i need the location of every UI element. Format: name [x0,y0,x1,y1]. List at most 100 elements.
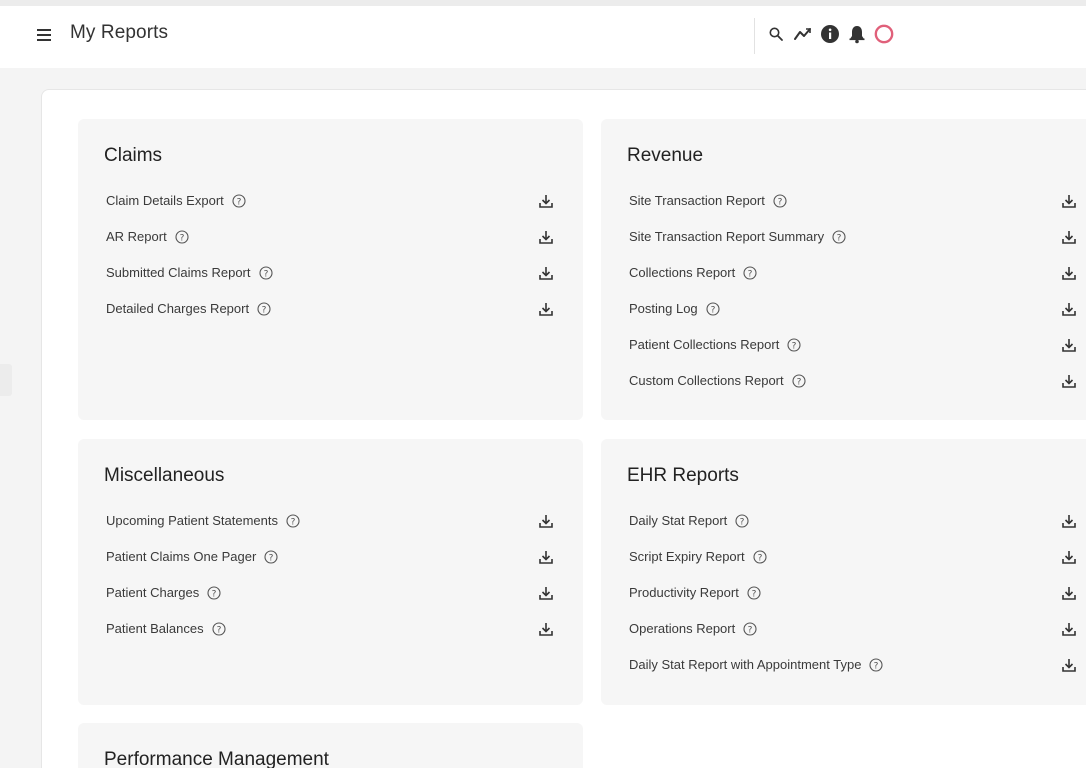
report-label[interactable]: Daily Stat Report with Appointment Type [629,657,861,672]
report-label[interactable]: Custom Collections Report [629,373,784,388]
report-name[interactable]: Operations Report? [629,621,757,636]
download-icon[interactable] [1061,265,1077,281]
help-icon[interactable]: ? [773,193,787,208]
download-icon[interactable] [1061,621,1077,637]
help-icon[interactable]: ? [207,585,221,600]
report-label[interactable]: Patient Claims One Pager [106,549,256,564]
report-label[interactable]: Site Transaction Report [629,193,765,208]
help-icon[interactable]: ? [743,621,757,636]
report-label[interactable]: Patient Balances [106,621,204,636]
report-row: Site Transaction Report? [601,190,1086,212]
download-icon[interactable] [538,549,554,565]
report-label[interactable]: Patient Collections Report [629,337,779,352]
report-label[interactable]: Site Transaction Report Summary [629,229,824,244]
report-name[interactable]: Script Expiry Report? [629,549,767,564]
svg-text:?: ? [740,517,745,527]
help-icon[interactable]: ? [735,513,749,528]
help-icon[interactable]: ? [706,301,720,316]
report-name[interactable]: Upcoming Patient Statements? [106,513,300,528]
card-title-claims: Claims [104,145,163,166]
report-row: Daily Stat Report with Appointment Type? [601,654,1086,676]
report-label[interactable]: Script Expiry Report [629,549,745,564]
report-name[interactable]: Patient Collections Report? [629,337,801,352]
report-label[interactable]: Collections Report [629,265,735,280]
report-label[interactable]: Daily Stat Report [629,513,727,528]
report-row: Script Expiry Report? [601,546,1086,568]
download-icon[interactable] [538,301,554,317]
card-title-performance-management: Performance Management [104,749,329,768]
download-icon[interactable] [1061,193,1077,209]
svg-text:?: ? [837,233,842,243]
report-label[interactable]: Submitted Claims Report [106,265,251,280]
svg-text:?: ? [751,589,756,599]
report-name[interactable]: Claim Details Export? [106,193,246,208]
report-name[interactable]: Patient Charges? [106,585,221,600]
card-claims: Claims Claim Details Export? AR Report? … [78,119,583,420]
report-label[interactable]: Patient Charges [106,585,199,600]
report-name[interactable]: Productivity Report? [629,585,761,600]
report-row: Submitted Claims Report? [78,262,583,284]
sidebar-handle[interactable] [0,364,12,396]
report-name[interactable]: Posting Log? [629,301,720,316]
help-icon[interactable]: ? [258,265,273,280]
search-icon[interactable] [766,23,786,45]
help-icon[interactable]: ? [832,229,846,244]
report-row: Site Transaction Report Summary? [601,226,1086,248]
help-icon[interactable]: ? [792,373,806,388]
download-icon[interactable] [1061,301,1077,317]
report-label[interactable]: AR Report [106,229,167,244]
info-icon[interactable] [820,23,840,45]
report-name[interactable]: Submitted Claims Report? [106,265,273,280]
report-name[interactable]: Site Transaction Report? [629,193,787,208]
report-name[interactable]: AR Report? [106,229,189,244]
download-icon[interactable] [538,229,554,245]
help-icon[interactable]: ? [264,549,278,564]
svg-text:?: ? [777,197,782,207]
report-name[interactable]: Site Transaction Report Summary? [629,229,846,244]
help-icon[interactable]: ? [787,337,801,352]
help-icon[interactable]: ? [257,301,271,316]
report-name[interactable]: Daily Stat Report with Appointment Type? [629,657,884,672]
download-icon[interactable] [1061,585,1077,601]
report-label[interactable]: Claim Details Export [106,193,224,208]
report-name[interactable]: Patient Balances? [106,621,226,636]
card-title-ehr-reports: EHR Reports [627,465,739,486]
report-name[interactable]: Detailed Charges Report? [106,301,271,316]
help-icon[interactable]: ? [753,549,767,564]
report-name[interactable]: Daily Stat Report? [629,513,749,528]
status-ring-icon[interactable] [874,23,894,45]
help-icon[interactable]: ? [212,621,226,636]
menu-icon[interactable] [36,26,54,44]
help-icon[interactable]: ? [747,585,761,600]
download-icon[interactable] [538,585,554,601]
report-row: Custom Collections Report? [601,370,1086,392]
download-icon[interactable] [1061,549,1077,565]
help-icon[interactable]: ? [286,513,300,528]
help-icon[interactable]: ? [869,657,884,672]
report-row: AR Report? [78,226,583,248]
report-name[interactable]: Custom Collections Report? [629,373,806,388]
report-name[interactable]: Collections Report? [629,265,757,280]
trend-icon[interactable] [793,23,813,45]
download-icon[interactable] [1061,337,1077,353]
help-icon[interactable]: ? [175,229,189,244]
download-icon[interactable] [538,193,554,209]
help-icon[interactable]: ? [743,265,757,280]
download-icon[interactable] [1061,513,1077,529]
report-label[interactable]: Posting Log [629,301,698,316]
download-icon[interactable] [1061,373,1077,389]
header-actions [766,23,894,45]
report-name[interactable]: Patient Claims One Pager? [106,549,278,564]
download-icon[interactable] [538,265,554,281]
download-icon[interactable] [538,621,554,637]
download-icon[interactable] [1061,657,1077,673]
download-icon[interactable] [1061,229,1077,245]
app-header: My Reports [0,6,1086,68]
bell-icon[interactable] [847,23,867,45]
help-icon[interactable]: ? [232,193,246,208]
report-label[interactable]: Operations Report [629,621,735,636]
download-icon[interactable] [538,513,554,529]
report-label[interactable]: Upcoming Patient Statements [106,513,278,528]
report-label[interactable]: Detailed Charges Report [106,301,249,316]
report-label[interactable]: Productivity Report [629,585,739,600]
